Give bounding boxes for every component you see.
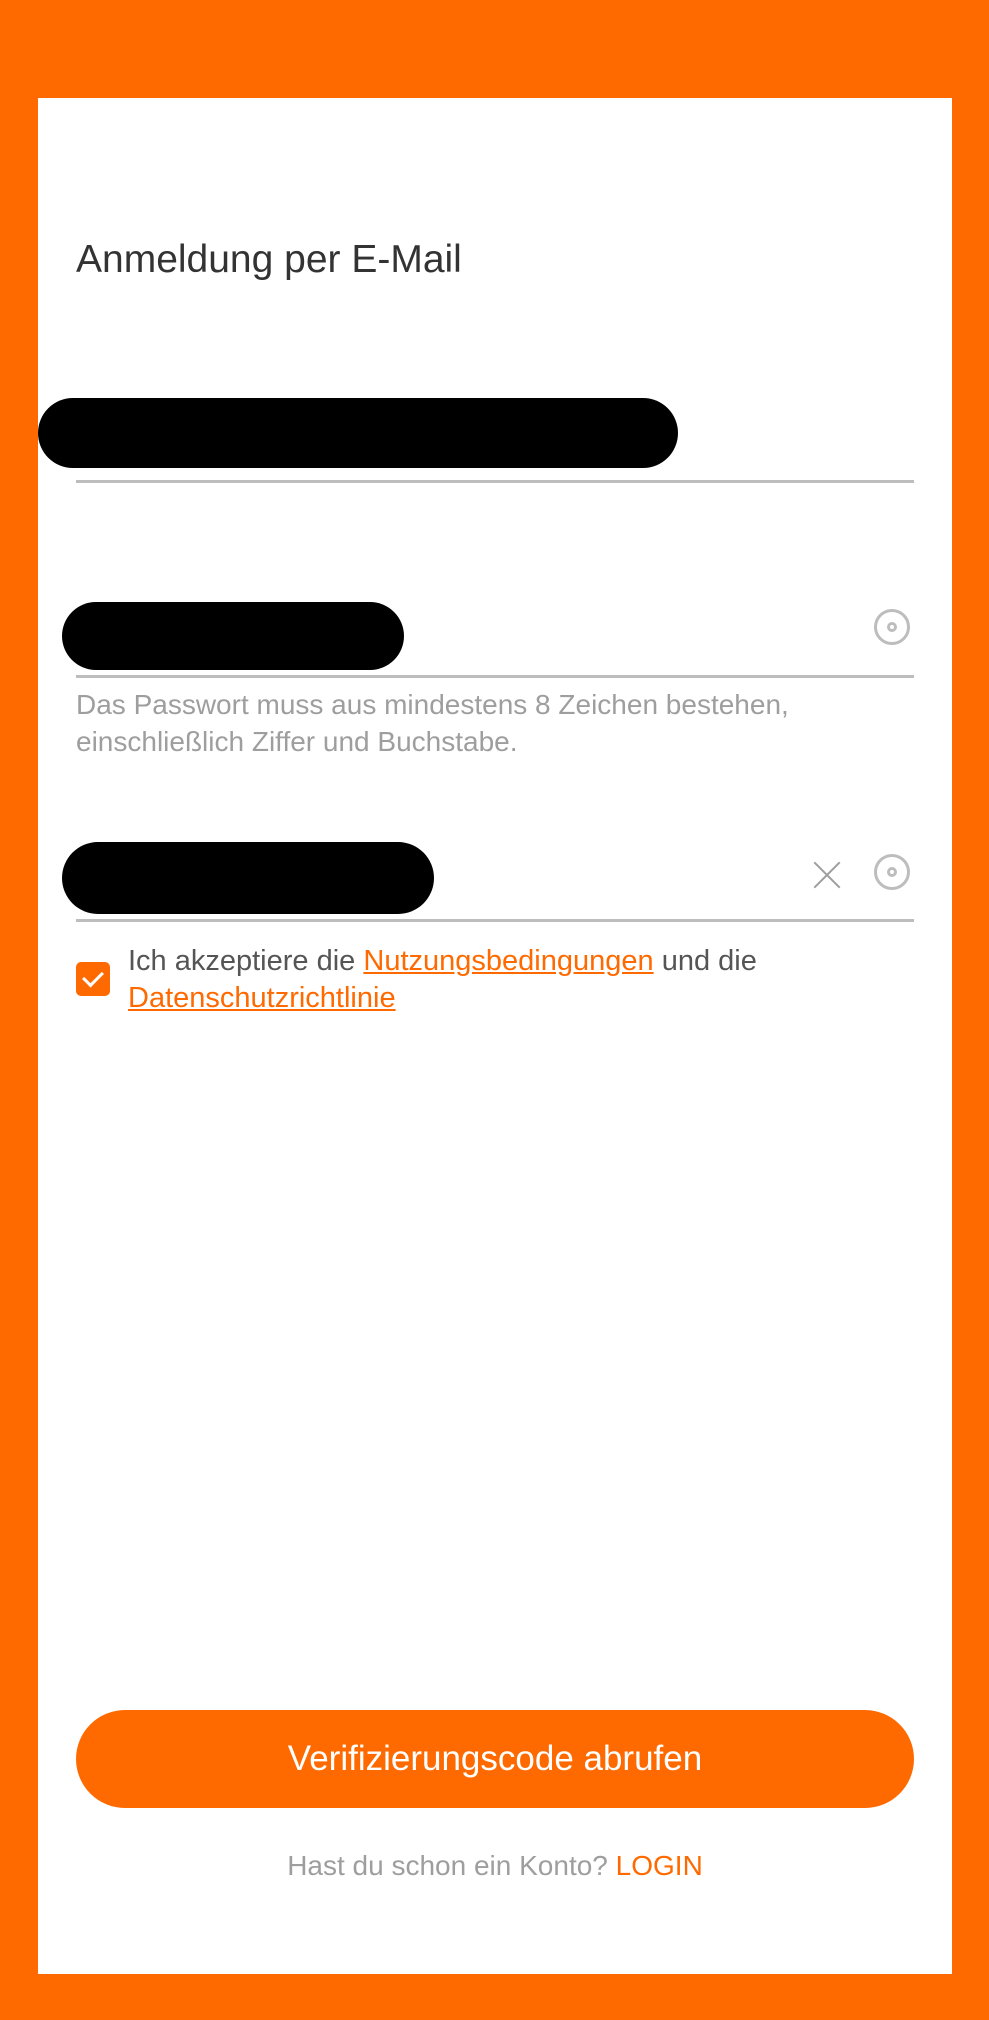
login-prompt: Hast du schon ein Konto? LOGIN	[38, 1850, 952, 1882]
confirm-password-field[interactable]	[62, 842, 914, 922]
page-title: Anmeldung per E-Mail	[76, 238, 462, 281]
redacted-email-value	[38, 398, 678, 468]
email-field[interactable]	[38, 398, 914, 483]
agreement-text-middle: und die	[661, 945, 757, 977]
password-field[interactable]	[62, 598, 914, 678]
login-question: Hast du schon ein Konto?	[287, 1850, 608, 1881]
agreement-text: Ich akzeptiere die Nutzungsbedingungen u…	[128, 943, 908, 1017]
redacted-confirm-password-value	[62, 842, 434, 914]
close-icon[interactable]	[812, 860, 842, 890]
password-hint: Das Passwort muss aus mindestens 8 Zeich…	[76, 689, 789, 757]
privacy-link[interactable]: Datenschutzrichtlinie	[128, 982, 396, 1014]
eye-icon[interactable]	[874, 609, 910, 645]
agreement-text-before: Ich akzeptiere die	[128, 945, 356, 977]
redacted-password-value	[62, 602, 404, 670]
eye-icon[interactable]	[874, 854, 910, 890]
terms-link[interactable]: Nutzungsbedingungen	[363, 945, 653, 977]
get-verification-code-button[interactable]: Verifizierungscode abrufen	[76, 1710, 914, 1808]
signup-card: Anmeldung per E-Mail Das Passwort muss a…	[38, 98, 952, 1974]
login-link[interactable]: LOGIN	[616, 1850, 703, 1881]
agreement-checkbox[interactable]	[76, 962, 110, 996]
